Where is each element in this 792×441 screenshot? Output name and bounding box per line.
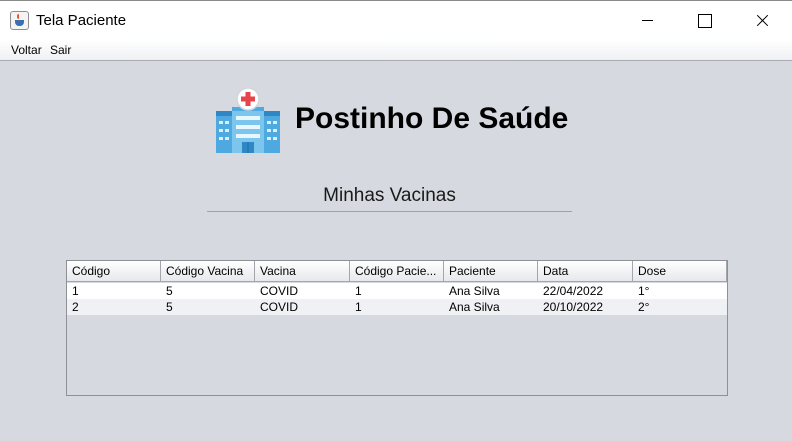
minimize-button[interactable] bbox=[620, 1, 676, 41]
table-cell: Ana Silva bbox=[449, 300, 500, 314]
table-cell: 1 bbox=[355, 284, 362, 298]
column-header-codigo[interactable]: Código bbox=[67, 261, 161, 282]
table-cell: COVID bbox=[260, 284, 299, 298]
table-cell: 20/10/2022 bbox=[543, 300, 604, 314]
table-cell: 2° bbox=[638, 300, 650, 314]
table-header: Código Código Vacina Vacina Código Pacie… bbox=[67, 261, 727, 282]
table-cell: Ana Silva bbox=[449, 284, 500, 298]
section-title: Minhas Vacinas bbox=[323, 185, 456, 206]
vaccines-table[interactable]: Código Código Vacina Vacina Código Pacie… bbox=[66, 260, 728, 396]
table-cell: 1 bbox=[72, 284, 79, 298]
brand-title: Postinho De Saúde bbox=[295, 102, 569, 135]
menu-bar: Voltar Sair bbox=[0, 40, 792, 61]
table-row[interactable]: 1 5 COVID 1 Ana Silva 22/04/2022 1° bbox=[67, 283, 727, 299]
column-header-dose[interactable]: Dose bbox=[633, 261, 727, 282]
column-header-data[interactable]: Data bbox=[538, 261, 633, 282]
column-header-codigo-vacina[interactable]: Código Vacina bbox=[161, 261, 255, 282]
table-cell: 5 bbox=[166, 300, 173, 314]
table-cell: 1 bbox=[355, 300, 362, 314]
menu-sair[interactable]: Sair bbox=[50, 43, 71, 57]
table-cell: 1° bbox=[638, 284, 650, 298]
maximize-button[interactable] bbox=[676, 1, 732, 41]
title-bar[interactable]: Tela Paciente bbox=[0, 0, 792, 40]
table-cell: COVID bbox=[260, 300, 299, 314]
section-divider bbox=[207, 211, 572, 212]
column-header-vacina[interactable]: Vacina bbox=[255, 261, 350, 282]
close-button[interactable] bbox=[734, 1, 790, 41]
column-header-codigo-paciente[interactable]: Código Pacie... bbox=[350, 261, 444, 282]
table-row[interactable]: 2 5 COVID 1 Ana Silva 20/10/2022 2° bbox=[67, 299, 727, 315]
table-cell: 22/04/2022 bbox=[543, 284, 604, 298]
window-title: Tela Paciente bbox=[36, 12, 127, 29]
table-cell: 2 bbox=[72, 300, 79, 314]
java-cup-icon bbox=[10, 11, 29, 30]
table-cell: 5 bbox=[166, 284, 173, 298]
menu-voltar[interactable]: Voltar bbox=[11, 43, 42, 57]
hospital-building-icon bbox=[216, 87, 280, 153]
column-header-paciente[interactable]: Paciente bbox=[444, 261, 538, 282]
